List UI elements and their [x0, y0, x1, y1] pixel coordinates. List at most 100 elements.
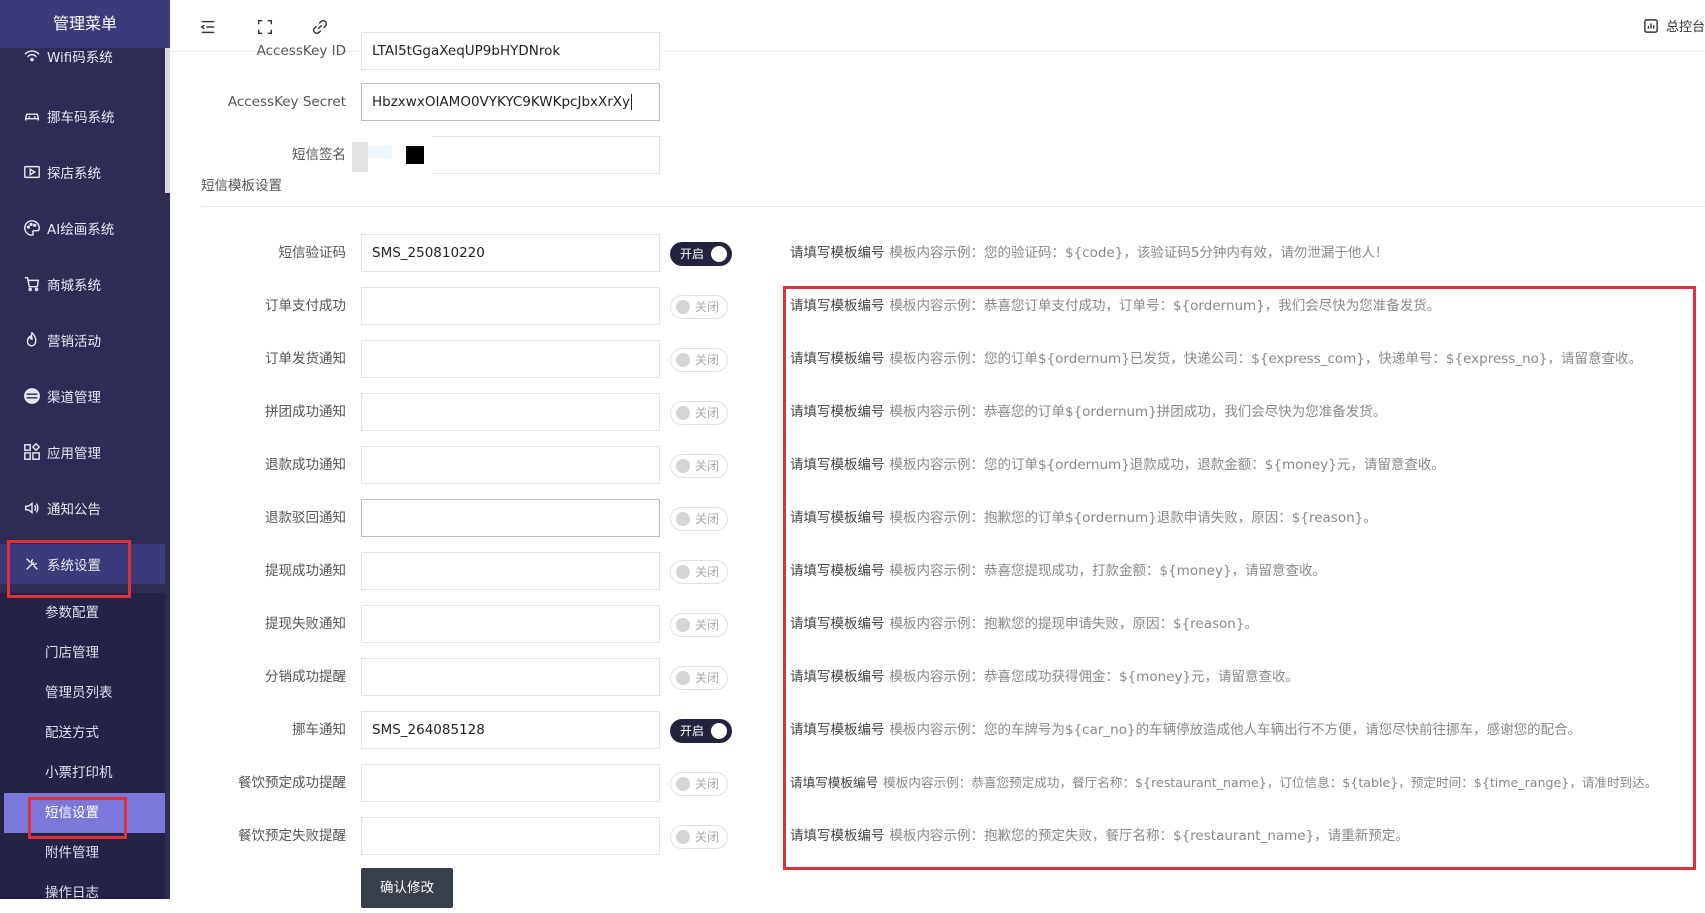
template-label: 提现失败通知	[265, 616, 346, 632]
sub-item-attachments[interactable]: 附件管理	[0, 833, 165, 873]
sidebar-item-label: 商城系统	[47, 278, 101, 294]
section-divider	[201, 206, 1705, 207]
car-icon	[22, 106, 42, 126]
hint-prefix: 请填写模板编号	[790, 828, 885, 844]
sidebar-item-car[interactable]: 挪车码系统	[0, 96, 165, 136]
template-hint: 请填写模板编号 模板内容示例：抱歉您的预定失败，餐厅名称：${restaurant…	[790, 817, 1409, 855]
template-label: 挪车通知	[292, 722, 346, 738]
switch-text: 关闭	[694, 618, 719, 632]
template-code-input[interactable]	[361, 340, 660, 378]
sub-item-sms-settings[interactable]: 短信设置	[4, 793, 165, 833]
sidebar-item-ai-painting[interactable]: AI绘画系统	[0, 208, 165, 248]
template-code-input[interactable]	[361, 446, 660, 484]
palette-icon	[22, 218, 42, 238]
template-code-input[interactable]	[361, 764, 660, 802]
console-link[interactable]: 总控台	[1644, 16, 1705, 35]
template-switch[interactable]: 关闭	[670, 454, 728, 478]
template-code-input[interactable]	[361, 287, 660, 325]
template-switch[interactable]: 关闭	[670, 613, 728, 637]
template-code-input[interactable]	[361, 393, 660, 431]
sidebar-item-apps[interactable]: 应用管理	[0, 432, 165, 472]
template-code-input[interactable]	[361, 499, 660, 537]
template-section-title: 短信模板设置	[201, 178, 282, 194]
template-hint: 请填写模板编号 模板内容示例：恭喜您订单支付成功，订单号：${ordernum}，…	[790, 287, 1440, 325]
sms-settings-form: AccessKey ID LTAI5tGgaXeqUP9bHYDNrok Acc…	[170, 32, 1705, 908]
template-hint: 请填写模板编号 模板内容示例：恭喜您预定成功，餐厅名称：${restaurant_…	[790, 764, 1657, 802]
template-code-input[interactable]	[361, 605, 660, 643]
sub-item-logs[interactable]: 操作日志	[0, 873, 165, 913]
hint-prefix: 请填写模板编号	[790, 722, 885, 738]
template-label: 短信验证码	[278, 245, 347, 261]
switch-knob	[676, 830, 690, 844]
access-key-id-input[interactable]: LTAI5tGgaXeqUP9bHYDNrok	[361, 32, 660, 70]
template-hint: 请填写模板编号 模板内容示例：您的订单${ordernum}已发货，快递公司：${…	[790, 340, 1642, 378]
template-code-input[interactable]: SMS_250810220	[361, 234, 660, 272]
template-code-input[interactable]	[361, 817, 660, 855]
hint-example: 模板内容示例：恭喜您提现成功，打款金额：${money}，请留意查收。	[889, 563, 1327, 579]
redaction-overlay	[352, 132, 432, 192]
template-switch[interactable]: 关闭	[670, 295, 728, 319]
sidebar-item-label: 应用管理	[47, 446, 101, 462]
sidebar-item-label: 探店系统	[47, 166, 101, 182]
template-label: 提现成功通知	[265, 563, 346, 579]
switch-text: 关闭	[694, 512, 719, 526]
sidebar-item-marketing[interactable]: 营销活动	[0, 320, 165, 360]
sidebar-item-mall[interactable]: 商城系统	[0, 264, 165, 304]
switch-knob	[676, 300, 690, 314]
sub-item-delivery[interactable]: 配送方式	[0, 713, 165, 753]
hint-example: 模板内容示例：恭喜您预定成功，餐厅名称：${restaurant_name}，订…	[883, 775, 1658, 790]
switch-knob	[676, 618, 690, 632]
switch-knob	[676, 406, 690, 420]
template-label: 拼团成功通知	[265, 404, 346, 420]
cart-icon	[22, 274, 42, 294]
access-key-secret-input[interactable]: HbzxwxOIAMO0VYKYC9KWKpcJbxXrXy	[361, 83, 660, 121]
hint-prefix: 请填写模板编号	[790, 298, 885, 314]
template-switch[interactable]: 关闭	[670, 666, 728, 690]
console-icon	[1644, 18, 1658, 33]
template-code-input[interactable]	[361, 552, 660, 590]
sidebar-item-wifi[interactable]: Wifi码系统	[0, 36, 165, 76]
template-switch[interactable]: 关闭	[670, 348, 728, 372]
template-switch[interactable]: 关闭	[670, 825, 728, 849]
access-key-id-label: AccessKey ID	[256, 43, 346, 59]
template-switch[interactable]: 开启	[670, 242, 732, 266]
sidebar-item-notice[interactable]: 通知公告	[0, 488, 165, 528]
template-hint: 请填写模板编号 模板内容示例：恭喜您的订单${ordernum}拼团成功，我们会尽…	[790, 393, 1386, 431]
hint-example: 模板内容示例：恭喜您的订单${ordernum}拼团成功，我们会尽快为您准备发货…	[889, 404, 1387, 420]
template-switch[interactable]: 开启	[670, 719, 732, 743]
hint-example: 模板内容示例：恭喜您成功获得佣金：${money}元，请留意查收。	[889, 669, 1300, 685]
hint-example: 模板内容示例：抱歉您的预定失败，餐厅名称：${restaurant_name}，…	[889, 828, 1409, 844]
sub-item-printer[interactable]: 小票打印机	[0, 753, 165, 793]
tools-icon	[22, 554, 42, 574]
switch-text: 关闭	[694, 459, 719, 473]
template-switch[interactable]: 关闭	[670, 401, 728, 425]
switch-knob	[676, 459, 690, 473]
sidebar-item-channel[interactable]: 渠道管理	[0, 376, 165, 416]
video-icon	[22, 162, 42, 182]
template-hint: 请填写模板编号 模板内容示例：您的验证码：${code}，该验证码5分钟内有效，请…	[790, 234, 1388, 272]
sidebar-item-explore[interactable]: 探店系统	[0, 152, 165, 192]
switch-text: 开启	[680, 724, 705, 738]
template-code-input[interactable]: SMS_264085128	[361, 711, 660, 749]
sidebar-item-label: AI绘画系统	[47, 222, 115, 238]
hint-prefix: 请填写模板编号	[790, 457, 885, 473]
switch-knob	[676, 512, 690, 526]
template-switch[interactable]: 关闭	[670, 507, 728, 531]
sub-item-stores[interactable]: 门店管理	[0, 633, 165, 673]
switch-text: 关闭	[694, 300, 719, 314]
sms-sign-label: 短信签名	[292, 147, 346, 163]
sidebar-item-label: Wifi码系统	[47, 50, 113, 66]
hint-example: 模板内容示例：抱歉您的提现申请失败，原因：${reason}。	[889, 616, 1258, 632]
access-key-secret-value: HbzxwxOIAMO0VYKYC9KWKpcJbxXrXy	[372, 94, 631, 110]
template-switch[interactable]: 关闭	[670, 560, 728, 584]
sub-item-params[interactable]: 参数配置	[0, 593, 165, 633]
template-switch[interactable]: 关闭	[670, 772, 728, 796]
hint-prefix: 请填写模板编号	[790, 510, 885, 526]
sub-item-admins[interactable]: 管理员列表	[0, 673, 165, 713]
hint-prefix: 请填写模板编号	[790, 563, 885, 579]
template-label: 订单支付成功	[265, 298, 346, 314]
sidebar-item-system-settings[interactable]: 系统设置	[0, 544, 165, 584]
template-code-input[interactable]	[361, 658, 660, 696]
submit-button[interactable]: 确认修改	[361, 868, 453, 908]
hint-prefix: 请填写模板编号	[790, 669, 885, 685]
